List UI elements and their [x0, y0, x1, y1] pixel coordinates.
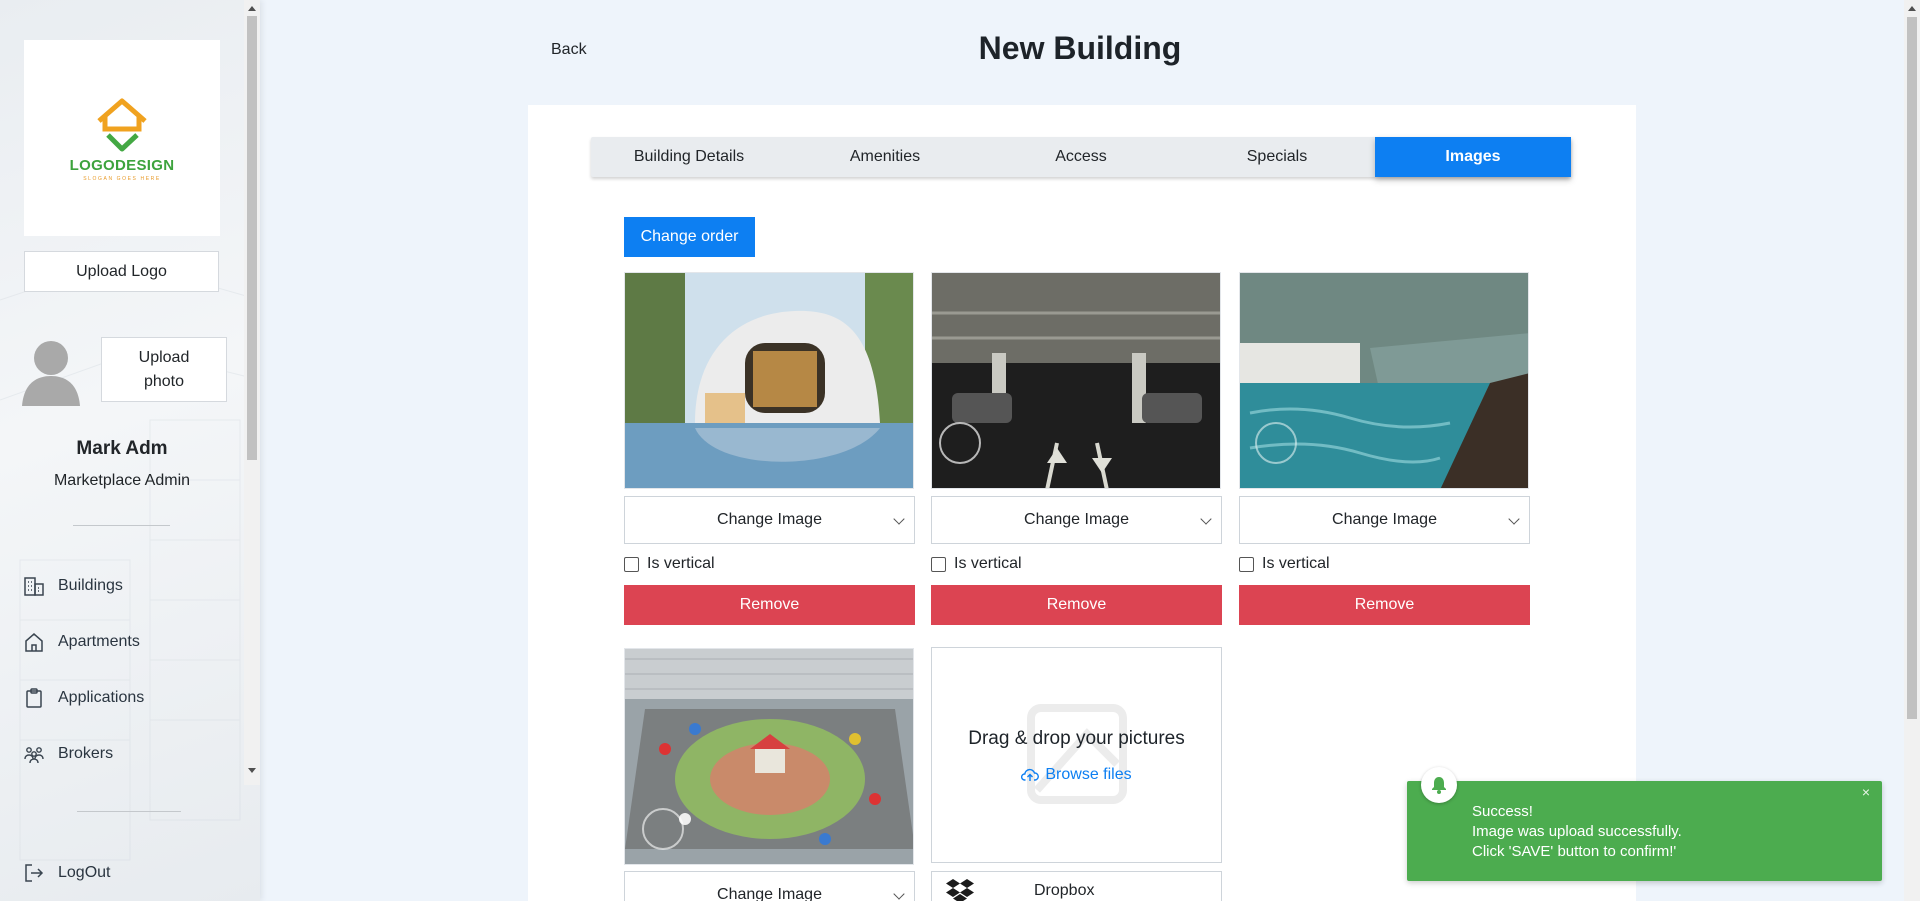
dropbox-icon [946, 879, 974, 901]
sidebar-scrollbar[interactable] [244, 0, 260, 785]
nav-item-apartments[interactable]: Apartments [22, 627, 140, 657]
is-vertical-label: Is vertical [954, 555, 1022, 572]
logout-label: LogOut [58, 864, 111, 881]
page-scrollbar[interactable] [1904, 0, 1920, 901]
chevron-down-icon [1508, 513, 1520, 525]
upload-logo-button[interactable]: Upload Logo [24, 251, 219, 292]
chevron-down-icon [1200, 513, 1212, 525]
nav-label-brokers: Brokers [58, 745, 114, 762]
change-image-select-3[interactable]: Change Image [1239, 496, 1530, 544]
browse-files-label: Browse files [1045, 766, 1132, 783]
page-title: New Building [978, 30, 1182, 66]
scroll-down-icon[interactable] [248, 768, 256, 773]
back-link[interactable]: Back [551, 41, 587, 59]
sidebar: LOGODESIGN SLOGAN GOES HERE Upload Logo … [0, 0, 260, 901]
buildings-icon [22, 574, 46, 598]
building-image-1 [624, 272, 914, 489]
home-icon [22, 630, 46, 654]
logo-slogan: SLOGAN GOES HERE [83, 175, 161, 182]
chevron-down-icon [893, 888, 905, 900]
select-value: Change Image [1332, 511, 1437, 528]
avatar [22, 341, 80, 406]
user-role: Marketplace Admin [53, 472, 191, 489]
nav-item-buildings[interactable]: Buildings [22, 571, 123, 601]
is-vertical-row-3: Is vertical [1239, 555, 1330, 573]
rooftop-pool-photo [1240, 273, 1528, 488]
toast-line-2: Image was upload successfully. [1472, 823, 1682, 840]
is-vertical-row-1: Is vertical [624, 555, 715, 573]
change-image-select-4[interactable]: Change Image [624, 871, 915, 901]
parking-photo [932, 273, 1220, 488]
select-value: Change Image [717, 886, 822, 901]
image-dropzone[interactable]: Drag & drop your pictures Browse files [931, 647, 1222, 863]
clipboard-icon [22, 686, 46, 710]
logo-text: LOGODESIGN [69, 156, 175, 174]
remove-button-3[interactable]: Remove [1239, 585, 1530, 625]
nav-label-applications: Applications [58, 689, 145, 706]
people-icon [22, 742, 46, 766]
is-vertical-row-2: Is vertical [931, 555, 1022, 573]
tab-specials[interactable]: Specials [1179, 137, 1375, 177]
chevron-down-icon [893, 513, 905, 525]
change-image-select-1[interactable]: Change Image [624, 496, 915, 544]
bell-icon [1421, 767, 1457, 803]
image-placeholder-icon [1027, 704, 1127, 804]
dropzone-title: Drag & drop your pictures [968, 728, 1185, 749]
building-image-4 [624, 648, 914, 865]
dropbox-label: Dropbox [1034, 882, 1095, 899]
browse-files-link[interactable]: Browse files [932, 766, 1221, 784]
toast-line-3: Click 'SAVE' button to confirm!' [1472, 843, 1677, 860]
toast-line-1: Success! [1472, 803, 1533, 820]
nav-item-applications[interactable]: Applications [22, 683, 144, 713]
tab-building-details[interactable]: Building Details [591, 137, 787, 177]
is-vertical-checkbox-1[interactable] [624, 556, 639, 572]
building-image-2 [931, 272, 1221, 489]
dropbox-button[interactable]: Dropbox [931, 871, 1222, 901]
tab-amenities[interactable]: Amenities [787, 137, 983, 177]
scroll-up-icon[interactable] [1908, 6, 1916, 11]
user-name: Mark Adm [76, 438, 168, 459]
tab-bar: Building Details Amenities Access Specia… [591, 137, 1571, 177]
sidebar-divider [73, 525, 170, 526]
tab-images[interactable]: Images [1375, 137, 1571, 177]
company-logo: LOGODESIGN SLOGAN GOES HERE [24, 40, 220, 236]
nav-label-apartments: Apartments [58, 633, 140, 650]
villa-photo [625, 273, 913, 488]
close-icon[interactable]: × [1862, 784, 1870, 800]
is-vertical-label: Is vertical [647, 555, 715, 572]
logout-icon [22, 861, 46, 885]
remove-button-2[interactable]: Remove [931, 585, 1222, 625]
is-vertical-checkbox-2[interactable] [931, 556, 946, 572]
nav-item-brokers[interactable]: Brokers [22, 739, 113, 769]
sidebar-scroll-thumb[interactable] [247, 16, 257, 460]
upload-photo-button[interactable]: Upload photo [101, 337, 227, 402]
remove-button-1[interactable]: Remove [624, 585, 915, 625]
building-image-3 [1239, 272, 1529, 489]
sidebar-divider-bottom [77, 811, 181, 812]
page-scroll-thumb[interactable] [1907, 17, 1917, 719]
change-image-select-2[interactable]: Change Image [931, 496, 1222, 544]
is-vertical-checkbox-3[interactable] [1239, 556, 1254, 572]
nav-label-buildings: Buildings [58, 577, 123, 594]
change-order-button[interactable]: Change order [624, 217, 755, 257]
toast-message: Success! Image was upload successfully. … [1472, 802, 1682, 862]
scroll-up-icon[interactable] [248, 6, 256, 11]
house-logo-icon [97, 98, 147, 151]
courtyard-photo [625, 649, 913, 864]
success-toast: Success! Image was upload successfully. … [1407, 767, 1882, 881]
logout-button[interactable]: LogOut [22, 858, 110, 888]
select-value: Change Image [1024, 511, 1129, 528]
tab-access[interactable]: Access [983, 137, 1179, 177]
select-value: Change Image [717, 511, 822, 528]
is-vertical-label: Is vertical [1262, 555, 1330, 572]
cloud-upload-icon [1021, 768, 1040, 781]
